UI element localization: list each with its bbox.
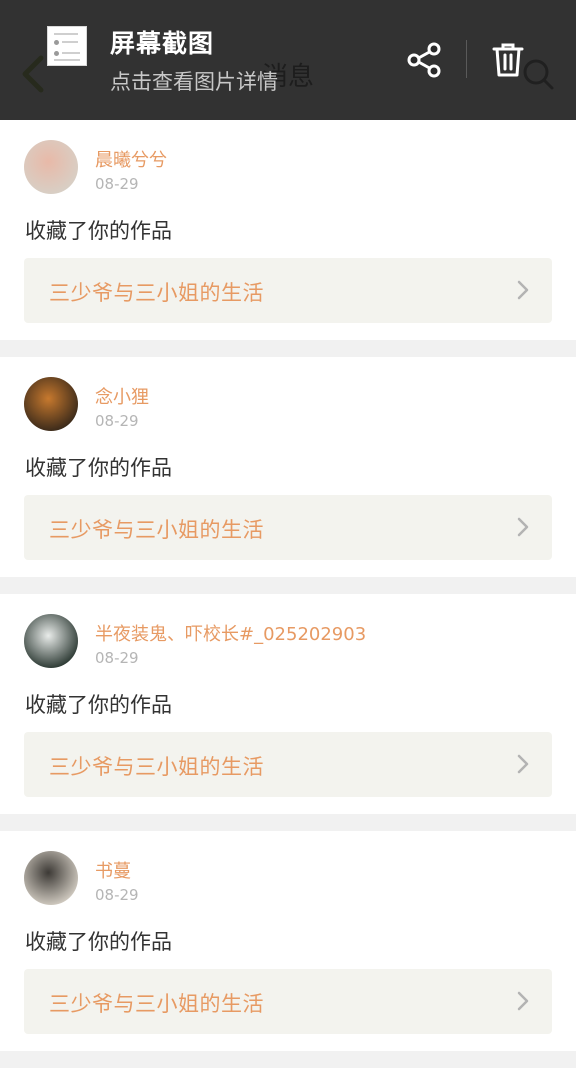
message-list: 晨曦兮兮 08-29 收藏了你的作品 三少爷与三小姐的生活 念小狸 08-29 …	[0, 120, 576, 1068]
screenshot-subtitle: 点击查看图片详情	[110, 70, 278, 94]
message-card: 念小狸 08-29 收藏了你的作品 三少爷与三小姐的生活	[0, 357, 576, 577]
chevron-right-icon	[517, 280, 529, 300]
work-link[interactable]: 三少爷与三小姐的生活	[24, 495, 552, 560]
delete-button[interactable]	[486, 38, 530, 82]
action-text: 收藏了你的作品	[25, 930, 172, 954]
trash-icon	[492, 43, 524, 77]
action-text: 收藏了你的作品	[25, 219, 172, 243]
avatar[interactable]	[24, 140, 78, 194]
screenshot-notification[interactable]: 屏幕截图 点击查看图片详情	[0, 0, 576, 120]
work-title: 三少爷与三小姐的生活	[49, 518, 264, 542]
message-card: 晨曦兮兮 08-29 收藏了你的作品 三少爷与三小姐的生活	[0, 120, 576, 340]
screenshot-thumbnail[interactable]	[47, 26, 87, 66]
timestamp: 08-29	[95, 649, 139, 667]
work-title: 三少爷与三小姐的生活	[49, 281, 264, 305]
username[interactable]: 半夜装鬼、吓校长#_025202903	[95, 620, 366, 646]
share-button[interactable]	[402, 40, 446, 80]
work-link[interactable]: 三少爷与三小姐的生活	[24, 732, 552, 797]
action-text: 收藏了你的作品	[25, 456, 172, 480]
chevron-right-icon	[517, 754, 529, 774]
message-card: 半夜装鬼、吓校长#_025202903 08-29 收藏了你的作品 三少爷与三小…	[0, 594, 576, 814]
username[interactable]: 念小狸	[95, 383, 149, 409]
work-title: 三少爷与三小姐的生活	[49, 992, 264, 1016]
timestamp: 08-29	[95, 412, 139, 430]
avatar[interactable]	[24, 614, 78, 668]
chevron-right-icon	[517, 991, 529, 1011]
timestamp: 08-29	[95, 886, 139, 904]
message-card: 书蔓 08-29 收藏了你的作品 三少爷与三小姐的生活	[0, 831, 576, 1051]
avatar[interactable]	[24, 377, 78, 431]
action-text: 收藏了你的作品	[25, 693, 172, 717]
divider	[466, 40, 467, 78]
chevron-right-icon	[517, 517, 529, 537]
share-icon	[407, 42, 441, 78]
screenshot-title: 屏幕截图	[110, 29, 215, 58]
username[interactable]: 书蔓	[95, 857, 131, 883]
work-link[interactable]: 三少爷与三小姐的生活	[24, 258, 552, 323]
timestamp: 08-29	[95, 175, 139, 193]
work-title: 三少爷与三小姐的生活	[49, 755, 264, 779]
username[interactable]: 晨曦兮兮	[95, 146, 167, 172]
avatar[interactable]	[24, 851, 78, 905]
work-link[interactable]: 三少爷与三小姐的生活	[24, 969, 552, 1034]
